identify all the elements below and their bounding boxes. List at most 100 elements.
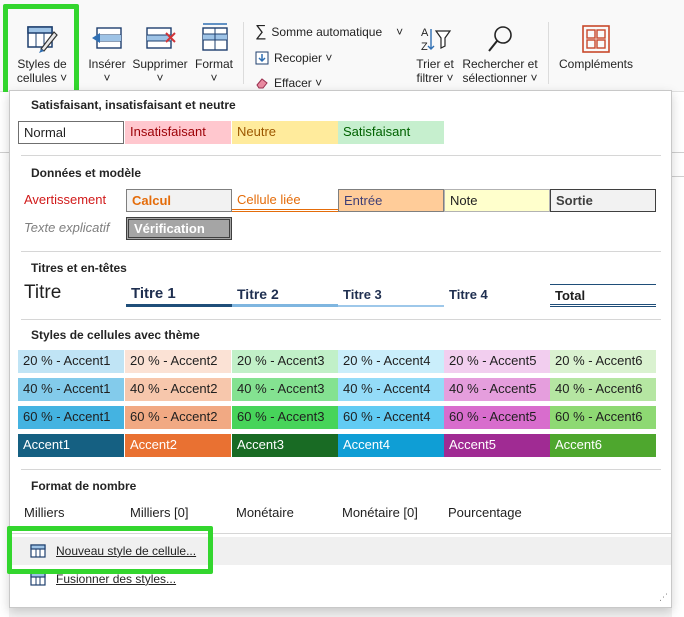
style-heading-1[interactable]: Titre 1: [126, 283, 232, 307]
style-neutral[interactable]: Neutre: [232, 121, 338, 144]
style-60-accent5[interactable]: 60 % - Accent5: [444, 406, 550, 429]
style-accent4[interactable]: Accent4: [338, 434, 444, 457]
style-output[interactable]: Sortie: [550, 189, 656, 212]
section-divider: [21, 319, 661, 320]
style-heading-3[interactable]: Titre 3: [338, 284, 444, 307]
resize-grip-icon[interactable]: ⋰: [659, 592, 668, 603]
style-20-accent3[interactable]: 20 % - Accent3: [232, 350, 338, 373]
sheet-right-edge: [672, 92, 684, 617]
addins-button[interactable]: Compléments: [555, 24, 637, 71]
style-currency-0[interactable]: Monétaire [0]: [342, 505, 418, 520]
excel-window: Styles de cellules ˅ Insérer ˅ Supprimer…: [0, 0, 684, 617]
sheet-gridline: [0, 152, 9, 153]
style-currency[interactable]: Monétaire: [236, 505, 294, 520]
clear-label: Effacer ˅: [274, 76, 323, 90]
section-themed-title: Styles de cellules avec thème: [31, 328, 200, 342]
style-percent[interactable]: Pourcentage: [448, 505, 522, 520]
section-data-model-title: Données et modèle: [31, 166, 142, 180]
highlight-cell-styles: [3, 4, 79, 100]
style-40-accent5[interactable]: 40 % - Accent5: [444, 378, 550, 401]
sort-label-2: filtrer ˅: [416, 71, 454, 85]
sort-filter-icon: A Z: [421, 27, 452, 53]
style-40-accent2[interactable]: 40 % - Accent2: [125, 378, 231, 401]
ribbon: Styles de cellules ˅ Insérer ˅ Supprimer…: [0, 0, 684, 100]
autosum-chevron: ˅: [396, 25, 404, 39]
addins-label: Compléments: [558, 57, 634, 71]
fill-label: Recopier ˅: [274, 51, 333, 65]
style-title[interactable]: Titre: [24, 282, 61, 304]
delete-chevron: ˅: [156, 71, 164, 85]
style-20-accent1[interactable]: 20 % - Accent1: [18, 350, 124, 373]
style-20-accent2[interactable]: 20 % - Accent2: [125, 350, 231, 373]
sort-label-1: Trier et: [416, 57, 454, 71]
merge-styles-label: Fusionner des styles...: [56, 572, 177, 586]
section-good-bad-title: Satisfaisant, insatisfaisant et neutre: [31, 98, 236, 112]
style-accent2[interactable]: Accent2: [125, 434, 231, 457]
section-divider: [21, 251, 661, 252]
style-60-accent2[interactable]: 60 % - Accent2: [125, 406, 231, 429]
style-20-accent5[interactable]: 20 % - Accent5: [444, 350, 550, 373]
style-60-accent4[interactable]: 60 % - Accent4: [338, 406, 444, 429]
format-cells-icon: [202, 23, 228, 51]
style-calculation[interactable]: Calcul: [126, 189, 232, 212]
delete-label: Supprimer: [132, 57, 188, 71]
find-select-button[interactable]: Rechercher et sélectionner ˅: [460, 24, 540, 85]
sort-filter-button[interactable]: A Z Trier et filtrer ˅: [412, 24, 458, 85]
clear-button[interactable]: Effacer ˅: [255, 76, 322, 90]
style-20-accent6[interactable]: 20 % - Accent6: [550, 350, 656, 373]
ribbon-separator: [548, 22, 549, 84]
section-divider: [21, 155, 661, 156]
style-60-accent6[interactable]: 60 % - Accent6: [550, 406, 656, 429]
style-40-accent1[interactable]: 40 % - Accent1: [18, 378, 124, 401]
style-60-accent1[interactable]: 60 % - Accent1: [18, 406, 124, 429]
style-check-cell[interactable]: Vérification: [126, 217, 232, 240]
format-label: Format: [194, 57, 233, 71]
delete-button[interactable]: Supprimer ˅: [130, 22, 190, 85]
style-accent3[interactable]: Accent3: [232, 434, 338, 457]
insert-label: Insérer: [88, 57, 126, 71]
style-40-accent6[interactable]: 40 % - Accent6: [550, 378, 656, 401]
style-total[interactable]: Total: [550, 284, 656, 307]
find-label-2: sélectionner ˅: [462, 71, 538, 85]
ribbon-separator: [243, 22, 244, 84]
autosum-button[interactable]: ∑ Somme automatique ˅: [255, 23, 404, 40]
search-icon: [488, 26, 512, 52]
section-number-title: Format de nombre: [31, 479, 137, 493]
autosum-label: Somme automatique: [271, 25, 383, 39]
style-60-accent3[interactable]: 60 % - Accent3: [232, 406, 338, 429]
section-divider: [21, 469, 661, 470]
sigma-icon: ∑: [255, 23, 267, 40]
sheet-gridline: [672, 176, 684, 177]
style-accent1[interactable]: Accent1: [18, 434, 124, 457]
style-comma[interactable]: Milliers: [24, 505, 64, 520]
insert-cells-icon: [92, 27, 122, 49]
style-heading-2[interactable]: Titre 2: [232, 284, 338, 307]
style-bad[interactable]: Insatisfaisant: [125, 121, 231, 144]
fill-button[interactable]: Recopier ˅: [255, 51, 332, 65]
style-warning[interactable]: Avertissement: [18, 189, 124, 212]
delete-cells-icon: [146, 27, 176, 49]
style-40-accent3[interactable]: 40 % - Accent3: [232, 378, 338, 401]
format-chevron: ˅: [210, 71, 218, 85]
insert-button[interactable]: Insérer ˅: [86, 22, 128, 85]
style-input[interactable]: Entrée: [338, 189, 444, 212]
svg-text:A: A: [421, 27, 429, 39]
fill-down-icon: [255, 51, 269, 65]
style-explanatory[interactable]: Texte explicatif: [18, 217, 124, 240]
style-heading-4[interactable]: Titre 4: [444, 284, 550, 307]
highlight-new-style: [7, 526, 213, 574]
eraser-icon: [256, 78, 268, 89]
style-comma-0[interactable]: Milliers [0]: [130, 505, 189, 520]
style-accent5[interactable]: Accent5: [444, 434, 550, 457]
style-accent6[interactable]: Accent6: [550, 434, 656, 457]
style-linked-cell[interactable]: Cellule liée: [232, 189, 338, 212]
style-20-accent4[interactable]: 20 % - Accent4: [338, 350, 444, 373]
style-good[interactable]: Satisfaisant: [338, 121, 444, 144]
style-normal[interactable]: Normal: [18, 121, 124, 144]
addins-icon: [582, 25, 610, 53]
insert-chevron: ˅: [103, 71, 111, 85]
section-titles-title: Titres et en-têtes: [31, 261, 127, 275]
style-40-accent4[interactable]: 40 % - Accent4: [338, 378, 444, 401]
format-button[interactable]: Format ˅: [192, 22, 236, 85]
style-note[interactable]: Note: [444, 189, 550, 212]
